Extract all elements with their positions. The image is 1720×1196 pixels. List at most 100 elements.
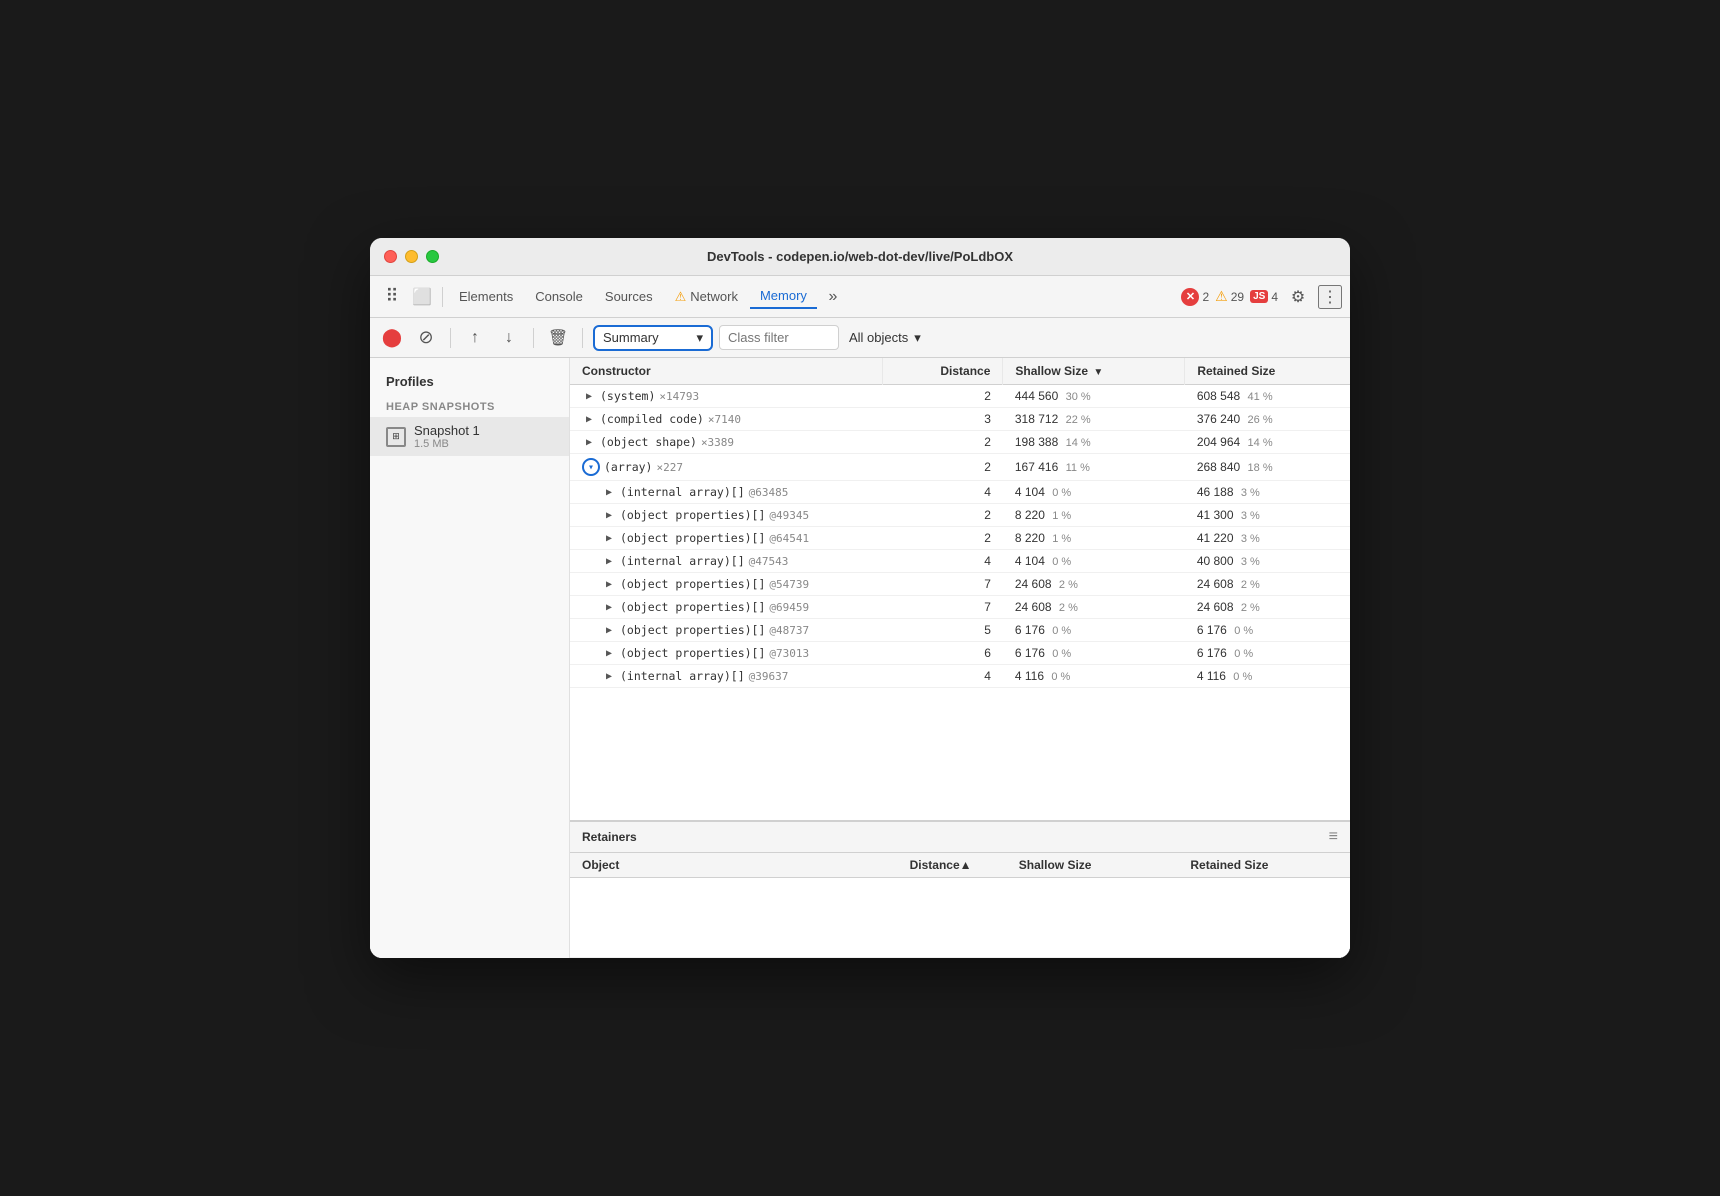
expand-arrow[interactable]: ▶ — [602, 531, 616, 545]
table-row[interactable]: ▶ (object properties)[] @54739 7 24 608 … — [570, 573, 1350, 596]
retained-pct: 3 % — [1241, 487, 1260, 499]
snapshot-item[interactable]: ⊞ Snapshot 1 1.5 MB — [370, 417, 569, 456]
table-row[interactable]: ▶ (object properties)[] @64541 2 8 220 1… — [570, 527, 1350, 550]
load-btn[interactable]: ↑ — [461, 324, 489, 352]
shallow-cell: 198 388 14 % — [1003, 431, 1185, 454]
table-row[interactable]: ▶ (system) ×14793 2 444 560 30 % 608 548… — [570, 385, 1350, 408]
table-row[interactable]: ▶ (object properties)[] @69459 7 24 608 … — [570, 596, 1350, 619]
table-row[interactable]: ▶ (internal array)[] @39637 4 4 116 0 % … — [570, 665, 1350, 688]
shallow-cell: 4 116 0 % — [1003, 665, 1185, 688]
retained-cell: 40 800 3 % — [1185, 550, 1350, 573]
warning-icon: ⚠ — [675, 289, 687, 305]
sub-toolbar-sep2 — [533, 328, 534, 348]
table-row[interactable]: ▶ (compiled code) ×7140 3 318 712 22 % 3… — [570, 408, 1350, 431]
expand-arrow[interactable]: ▶ — [582, 412, 596, 426]
distance-cell: 2 — [882, 431, 1003, 454]
table-row[interactable]: ▶ (object properties)[] @48737 5 6 176 0… — [570, 619, 1350, 642]
sidebar: Profiles HEAP SNAPSHOTS ⊞ Snapshot 1 1.5… — [370, 358, 570, 958]
summary-label: Summary — [603, 330, 659, 345]
shallow-pct: 0 % — [1052, 487, 1071, 499]
constructor-name: (object shape) — [600, 435, 697, 449]
minimize-button[interactable] — [405, 250, 418, 263]
sub-toolbar-sep1 — [450, 328, 451, 348]
table-header: Constructor Distance Shallow Size ▼ Reta… — [570, 358, 1350, 385]
sub-toolbar-sep3 — [582, 328, 583, 348]
header-retained[interactable]: Retained Size — [1185, 358, 1350, 385]
header-shallow[interactable]: Shallow Size ▼ — [1003, 358, 1185, 385]
distance-cell: 3 — [882, 408, 1003, 431]
expand-arrow[interactable]: ▶ — [602, 646, 616, 660]
save-btn[interactable]: ↓ — [495, 324, 523, 352]
expand-arrow[interactable]: ▶ — [602, 600, 616, 614]
js-error-count: 4 — [1271, 290, 1278, 304]
constructor-cell: ▶ (internal array)[] @47543 — [570, 550, 882, 573]
js-error-icon: JS — [1250, 290, 1268, 303]
constructor-cell: ▶ (compiled code) ×7140 — [570, 408, 882, 431]
distance-cell: 5 — [882, 619, 1003, 642]
all-objects-dropdown[interactable]: All objects ▾ — [849, 330, 921, 346]
expand-arrow[interactable]: ▶ — [582, 389, 596, 403]
heap-table-container[interactable]: Constructor Distance Shallow Size ▼ Reta… — [570, 358, 1350, 820]
expand-arrow[interactable]: ▶ — [602, 485, 616, 499]
retained-value: 46 188 — [1197, 485, 1234, 499]
constructor-name: (object properties)[] — [620, 531, 765, 545]
header-distance[interactable]: Distance — [882, 358, 1003, 385]
retainer-header-distance[interactable]: Distance▲ — [898, 853, 1007, 878]
more-tabs-btn[interactable]: » — [819, 283, 847, 311]
retained-value: 204 964 — [1197, 435, 1240, 449]
distance-cell: 2 — [882, 454, 1003, 481]
device-mode-btn[interactable]: ⬜ — [408, 283, 436, 311]
expand-arrow[interactable]: ▶ — [602, 508, 616, 522]
tab-console[interactable]: Console — [525, 285, 593, 308]
shallow-cell: 8 220 1 % — [1003, 527, 1185, 550]
expand-arrow[interactable]: ▶ — [602, 623, 616, 637]
clear-btn[interactable]: ⊘ — [412, 324, 440, 352]
close-button[interactable] — [384, 250, 397, 263]
table-row[interactable]: ▶ (object properties)[] @73013 6 6 176 0… — [570, 642, 1350, 665]
heap-snapshots-title: HEAP SNAPSHOTS — [370, 397, 569, 417]
shallow-value: 318 712 — [1015, 412, 1058, 426]
retainer-header-shallow[interactable]: Shallow Size — [1007, 853, 1179, 878]
more-options-btn[interactable]: ⋮ — [1318, 285, 1342, 309]
table-row[interactable]: ▶ (object shape) ×3389 2 198 388 14 % 20… — [570, 431, 1350, 454]
tab-memory[interactable]: Memory — [750, 284, 817, 309]
retained-value: 268 840 — [1197, 460, 1240, 474]
shallow-pct: 1 % — [1052, 510, 1071, 522]
constructor-cell: ▶ (object properties)[] @49345 — [570, 504, 882, 527]
retained-cell: 41 300 3 % — [1185, 504, 1350, 527]
settings-btn[interactable]: ⚙ — [1284, 283, 1312, 311]
expand-arrow[interactable]: ▶ — [602, 554, 616, 568]
inspector-icon-btn[interactable]: ⠿ — [378, 283, 406, 311]
shallow-value: 6 176 — [1015, 623, 1045, 637]
table-row[interactable]: ▾ (array) ×227 2 167 416 11 % 268 840 18… — [570, 454, 1350, 481]
record-btn[interactable]: ⬤ — [378, 324, 406, 352]
table-row[interactable]: ▶ (object properties)[] @49345 2 8 220 1… — [570, 504, 1350, 527]
shallow-value: 198 388 — [1015, 435, 1058, 449]
maximize-button[interactable] — [426, 250, 439, 263]
tab-sources[interactable]: Sources — [595, 285, 663, 308]
table-row[interactable]: ▶ (internal array)[] @63485 4 4 104 0 % … — [570, 481, 1350, 504]
summary-dropdown[interactable]: Summary ▾ — [593, 325, 713, 351]
tab-network[interactable]: ⚠ Network — [665, 285, 748, 309]
retained-value: 608 548 — [1197, 389, 1240, 403]
shallow-value: 4 116 — [1015, 669, 1044, 683]
retained-cell: 24 608 2 % — [1185, 573, 1350, 596]
expand-arrow[interactable]: ▶ — [602, 577, 616, 591]
main-content: Constructor Distance Shallow Size ▼ Reta… — [570, 358, 1350, 958]
class-filter-input[interactable] — [719, 325, 839, 350]
tab-elements[interactable]: Elements — [449, 285, 523, 308]
expand-arrow[interactable]: ▾ — [582, 458, 600, 476]
retainer-header-retained[interactable]: Retained Size — [1178, 853, 1350, 878]
shallow-cell: 4 104 0 % — [1003, 550, 1185, 573]
retained-cell: 6 176 0 % — [1185, 619, 1350, 642]
collect-garbage-btn[interactable]: 🗑 — [544, 324, 572, 352]
retainer-header-object[interactable]: Object — [570, 853, 898, 878]
sort-icon: ▼ — [1093, 367, 1103, 378]
retainers-title: Retainers — [582, 830, 637, 844]
header-constructor[interactable]: Constructor — [570, 358, 882, 385]
expand-arrow[interactable]: ▶ — [602, 669, 616, 683]
expand-arrow[interactable]: ▶ — [582, 435, 596, 449]
retainers-menu-icon[interactable]: ≡ — [1329, 828, 1338, 846]
table-row[interactable]: ▶ (internal array)[] @47543 4 4 104 0 % … — [570, 550, 1350, 573]
content-area: Profiles HEAP SNAPSHOTS ⊞ Snapshot 1 1.5… — [370, 358, 1350, 958]
